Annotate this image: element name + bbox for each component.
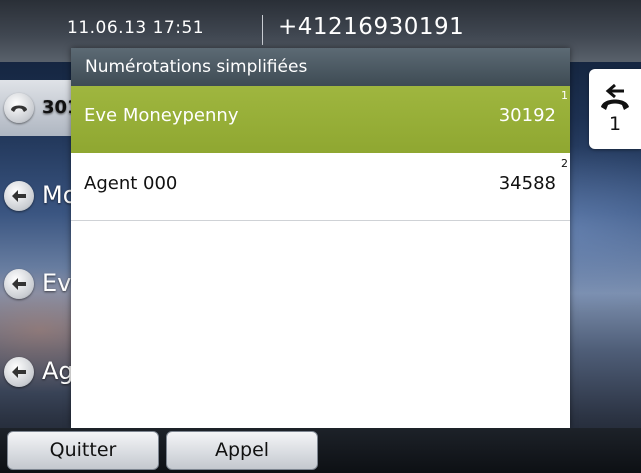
speed-dial-number: 34588	[498, 173, 556, 194]
speed-dial-row[interactable]: Eve Moneypenny 30192 1	[71, 86, 570, 153]
speed-dial-row[interactable]: Agent 000 34588 2	[71, 154, 570, 221]
line-key[interactable]: 1	[589, 69, 641, 149]
speed-dial-index: 1	[561, 89, 568, 102]
speed-dial-index: 2	[561, 157, 568, 170]
status-datetime: 11.06.13 17:51	[67, 18, 205, 38]
forward-call-icon	[4, 357, 34, 387]
handset-icon	[4, 93, 34, 123]
phone-screen: 11.06.13 17:51 +41216930191 301 Mo Eve A…	[0, 0, 641, 473]
call-button[interactable]: Appel	[166, 431, 318, 470]
speed-dial-popup: Numérotations simplifiées Eve Moneypenny…	[71, 48, 570, 428]
quit-button[interactable]: Quitter	[7, 431, 159, 470]
speed-dial-number: 30192	[498, 105, 556, 126]
softkey-bar: Quitter Appel	[0, 428, 641, 473]
line-item-label: Ag	[42, 357, 74, 385]
speed-dial-name: Eve Moneypenny	[84, 105, 239, 126]
speed-dial-name: Agent 000	[84, 173, 178, 194]
status-divider	[262, 15, 263, 45]
popup-title: Numérotations simplifiées	[85, 57, 308, 77]
forward-call-icon	[4, 269, 34, 299]
incoming-call-icon	[601, 83, 629, 110]
forward-call-icon	[4, 181, 34, 211]
status-phone-number: +41216930191	[278, 14, 465, 40]
line-key-number: 1	[608, 113, 622, 135]
popup-header: Numérotations simplifiées	[71, 48, 570, 86]
